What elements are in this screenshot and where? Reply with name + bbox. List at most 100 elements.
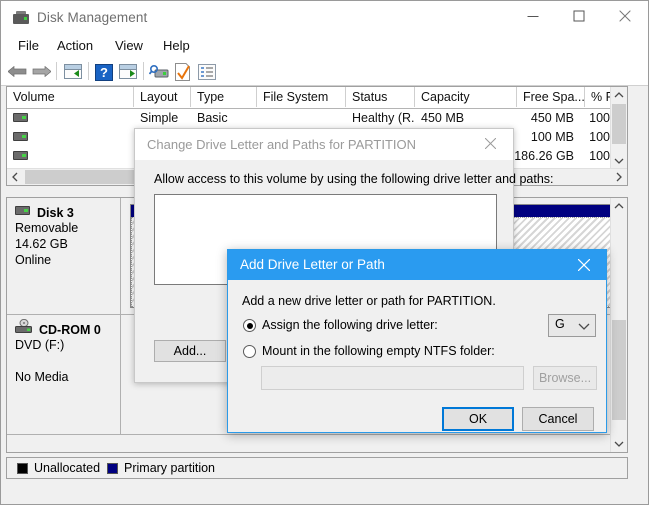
column-header-volume[interactable]: Volume xyxy=(7,87,134,107)
rescan-disks-button[interactable] xyxy=(147,61,171,82)
drive-letter-dropdown[interactable]: G xyxy=(548,314,596,337)
dialog-title: Change Drive Letter and Paths for PARTIT… xyxy=(147,137,416,152)
column-header-file-system[interactable]: File System xyxy=(257,87,346,107)
legend-swatch-unallocated xyxy=(17,463,28,474)
dialog-close-button[interactable] xyxy=(562,250,606,280)
disk-info-panel: CD-ROM 0 DVD (F:) No Media xyxy=(7,315,121,434)
drive-letter-value: G xyxy=(555,317,565,331)
radio-assign-drive-letter-label: Assign the following drive letter: xyxy=(262,318,438,332)
detail-view-button[interactable] xyxy=(195,61,219,82)
dialog-description: Allow access to this volume by using the… xyxy=(154,172,554,186)
scroll-right-icon[interactable] xyxy=(610,169,627,185)
menu-item-help[interactable]: Help xyxy=(156,37,197,58)
back-arrow-icon xyxy=(8,66,27,77)
forward-arrow-icon xyxy=(32,66,51,77)
scroll-down-icon[interactable] xyxy=(611,435,627,452)
disk-info-panel: Disk 3 Removable 14.62 GB Online xyxy=(7,198,121,314)
menu-item-file[interactable]: File xyxy=(11,37,46,58)
forward-button[interactable] xyxy=(29,61,53,82)
back-button[interactable] xyxy=(5,61,29,82)
dialog-body: Add a new drive letter or path for PARTI… xyxy=(228,280,606,432)
show-hide-action-pane-button[interactable] xyxy=(116,61,140,82)
detail-list-icon xyxy=(198,64,216,80)
dialog-close-button[interactable] xyxy=(469,129,513,157)
table-row[interactable]: Simple Basic Healthy (R... 450 MB 450 MB… xyxy=(7,109,627,128)
minimize-button[interactable] xyxy=(510,1,556,31)
scroll-up-icon[interactable] xyxy=(611,87,627,104)
dialog-title-bar: Add Drive Letter or Path xyxy=(228,250,606,280)
properties-button[interactable] xyxy=(171,61,195,82)
column-header-layout[interactable]: Layout xyxy=(134,87,191,107)
disk-scan-icon xyxy=(149,65,169,81)
disk-title: Disk 3 xyxy=(37,206,120,220)
disk-icon xyxy=(15,206,30,215)
dialog-title: Add Drive Letter or Path xyxy=(240,257,385,272)
disk-capacity: 14.62 GB xyxy=(15,236,120,252)
help-button[interactable]: ? xyxy=(92,61,116,82)
properties-check-icon xyxy=(175,63,191,81)
browse-button[interactable]: Browse... xyxy=(533,366,597,390)
toolbar-separator xyxy=(88,62,89,80)
svg-text:?: ? xyxy=(100,65,108,80)
dialog-description: Add a new drive letter or path for PARTI… xyxy=(242,294,496,308)
menu-item-action[interactable]: Action xyxy=(50,37,100,58)
disk-pane-vertical-scrollbar[interactable] xyxy=(610,198,627,452)
menu-item-view[interactable]: View xyxy=(108,37,150,58)
legend-label-unallocated: Unallocated xyxy=(34,460,100,476)
volume-drive-icon xyxy=(13,132,28,141)
menu-bar: File Action View Help xyxy=(1,34,648,58)
toolbar-separator xyxy=(56,62,57,80)
scrollbar-thumb[interactable] xyxy=(612,104,626,144)
column-header-percent-free: % F xyxy=(585,87,613,107)
cell-layout: Simple xyxy=(134,109,191,128)
radio-assign-drive-letter[interactable] xyxy=(243,319,256,332)
legend-swatch-primary-partition xyxy=(107,463,118,474)
scroll-left-icon[interactable] xyxy=(7,169,24,185)
volume-drive-icon xyxy=(13,151,28,160)
disk-media-type: DVD (F:) xyxy=(15,337,120,353)
cell-free-space: 186.26 GB xyxy=(505,147,582,166)
scroll-up-icon[interactable] xyxy=(611,198,627,215)
window-title: Disk Management xyxy=(37,10,147,25)
disk-media-type: Removable xyxy=(15,220,120,236)
add-button[interactable]: Add... xyxy=(154,340,226,362)
cell-free-space: 450 MB xyxy=(512,109,582,128)
maximize-button[interactable] xyxy=(556,1,602,31)
cell-free-space: 100 MB xyxy=(512,128,582,147)
title-bar: Disk Management xyxy=(1,1,648,37)
toolbar-separator xyxy=(143,62,144,80)
toolbar: ? xyxy=(1,58,648,86)
cancel-button[interactable]: Cancel xyxy=(522,407,594,431)
column-header-type[interactable]: Type xyxy=(191,87,257,107)
column-header-status[interactable]: Status xyxy=(346,87,415,107)
column-header-capacity[interactable]: Capacity xyxy=(415,87,517,107)
console-tree-icon xyxy=(64,64,82,79)
chevron-down-icon xyxy=(578,323,590,331)
question-mark-icon: ? xyxy=(95,64,113,81)
disk-management-window: Disk Management File Action View Help xyxy=(0,0,649,505)
legend-label-primary-partition: Primary partition xyxy=(124,460,215,476)
legend-bar: Unallocated Primary partition xyxy=(6,457,628,479)
cell-status: Healthy (R... xyxy=(346,109,415,128)
radio-mount-ntfs-folder-label: Mount in the following empty NTFS folder… xyxy=(262,344,495,358)
ok-button[interactable]: OK xyxy=(442,407,514,431)
scroll-down-icon[interactable] xyxy=(611,152,627,169)
mount-path-input[interactable] xyxy=(261,366,524,390)
add-drive-letter-or-path-dialog[interactable]: Add Drive Letter or Path Add a new drive… xyxy=(227,249,607,433)
dialog-title-bar: Change Drive Letter and Paths for PARTIT… xyxy=(135,129,513,160)
volume-list-header: Volume Layout Type File System Status Ca… xyxy=(7,87,627,109)
radio-mount-ntfs-folder[interactable] xyxy=(243,345,256,358)
disk-status: Online xyxy=(15,252,120,268)
scrollbar-thumb[interactable] xyxy=(25,170,135,184)
disk-spacer xyxy=(15,353,120,369)
volume-drive-icon xyxy=(13,113,28,122)
cdrom-icon xyxy=(15,319,32,334)
show-hide-console-tree-button[interactable] xyxy=(61,61,85,82)
disk-status: No Media xyxy=(15,369,120,385)
volume-list-vertical-scrollbar[interactable] xyxy=(610,87,627,169)
scrollbar-thumb[interactable] xyxy=(612,320,626,420)
column-header-free-space[interactable]: Free Spa... xyxy=(517,87,585,107)
close-button[interactable] xyxy=(602,1,648,31)
cell-capacity: 450 MB xyxy=(415,109,517,128)
disk-title: CD-ROM 0 xyxy=(39,323,120,337)
